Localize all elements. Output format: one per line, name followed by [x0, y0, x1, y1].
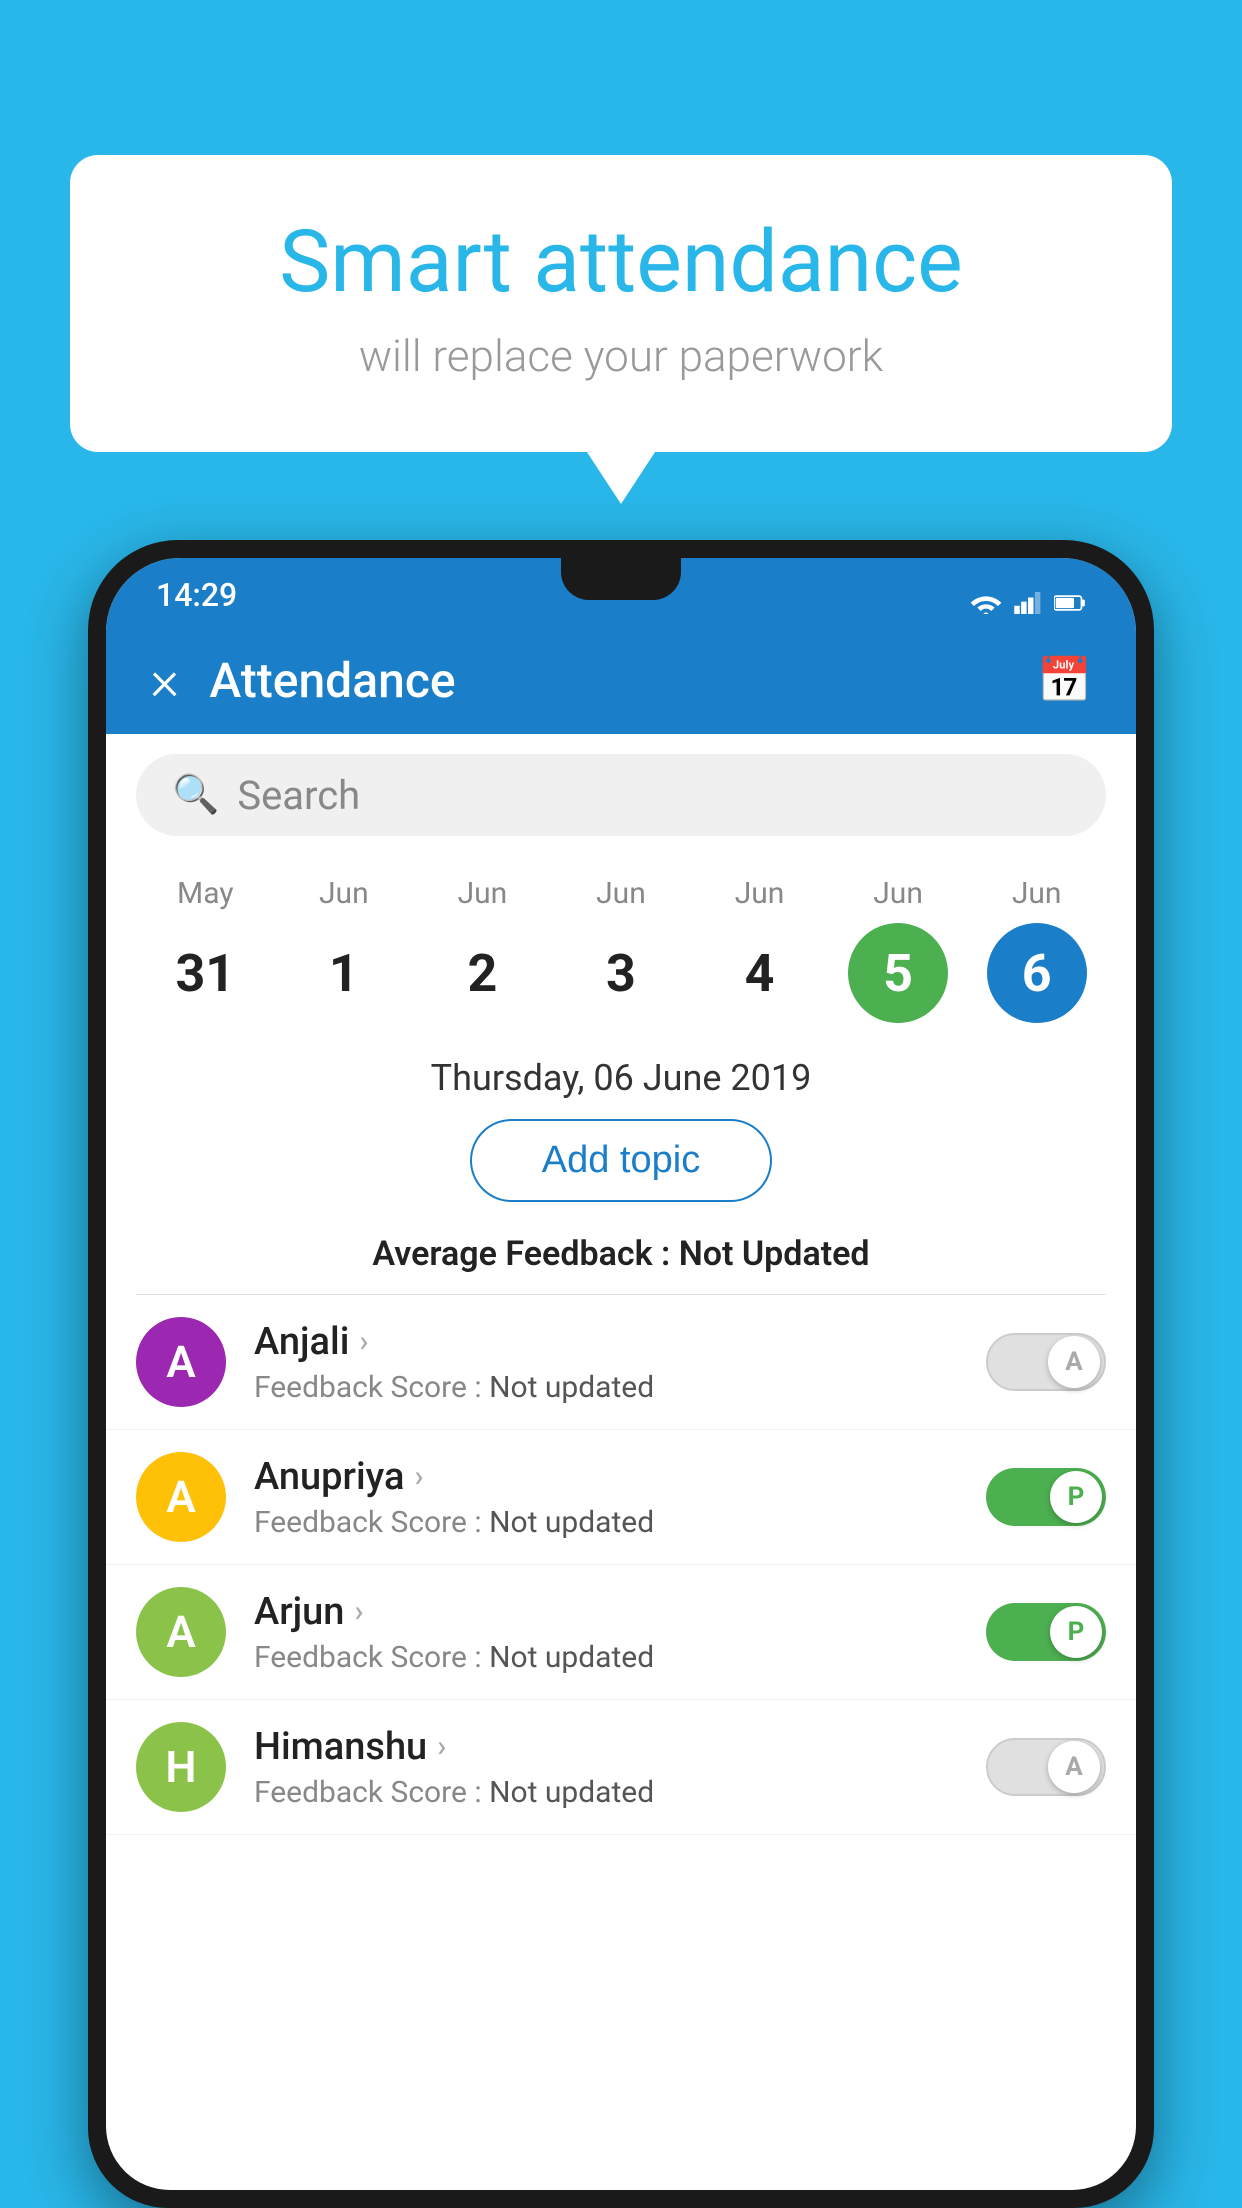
student-avatar: A: [136, 1317, 226, 1407]
wifi-icon: [970, 592, 1002, 614]
cal-month-label: Jun: [596, 876, 646, 911]
student-info[interactable]: Anupriya › Feedback Score : Not updated: [254, 1455, 958, 1540]
cal-date-number: 31: [155, 923, 255, 1023]
student-feedback-score: Feedback Score : Not updated: [254, 1505, 958, 1540]
student-item: A Anupriya › Feedback Score : Not updated P: [106, 1430, 1136, 1565]
search-bar[interactable]: 🔍 Search: [136, 754, 1106, 836]
status-icons: [970, 592, 1086, 614]
search-icon: 🔍: [172, 773, 219, 817]
student-name[interactable]: Anjali ›: [254, 1320, 958, 1364]
bubble-title: Smart attendance: [150, 215, 1092, 310]
cal-date-number: 2: [432, 923, 532, 1023]
calendar-day-2[interactable]: Jun 2: [422, 876, 542, 1023]
search-placeholder: Search: [237, 772, 360, 819]
attendance-toggle[interactable]: P: [986, 1603, 1106, 1661]
feedback-value: Not Updated: [679, 1234, 870, 1274]
student-list: AAnjali ›Feedback Score : Not updatedAAA…: [106, 1295, 1136, 1835]
app-title: Attendance: [209, 652, 1007, 709]
speech-bubble-container: Smart attendance will replace your paper…: [70, 155, 1172, 452]
attendance-toggle[interactable]: A: [986, 1333, 1106, 1391]
cal-date-number: 6: [987, 923, 1087, 1023]
toggle-knob: P: [1050, 1471, 1102, 1523]
cal-month-label: Jun: [873, 876, 923, 911]
student-avatar: H: [136, 1722, 226, 1812]
speech-bubble: Smart attendance will replace your paper…: [70, 155, 1172, 452]
student-name[interactable]: Anupriya ›: [254, 1455, 958, 1499]
cal-date-number: 5: [848, 923, 948, 1023]
toggle-knob: A: [1048, 1741, 1100, 1793]
student-feedback-score: Feedback Score : Not updated: [254, 1370, 958, 1405]
student-item: H Himanshu › Feedback Score : Not updated A: [106, 1700, 1136, 1835]
cal-month-label: Jun: [319, 876, 369, 911]
feedback-label: Average Feedback :: [372, 1234, 670, 1274]
bubble-subtitle: will replace your paperwork: [150, 330, 1092, 382]
cal-date-number: 3: [571, 923, 671, 1023]
calendar-day-6[interactable]: Jun 6: [977, 876, 1097, 1023]
toggle-knob: P: [1050, 1606, 1102, 1658]
student-info[interactable]: Himanshu › Feedback Score : Not updated: [254, 1725, 958, 1810]
average-feedback: Average Feedback : Not Updated: [106, 1224, 1136, 1294]
status-time: 14:29: [156, 576, 237, 614]
app-bar: × Attendance 📅: [106, 626, 1136, 734]
chevron-right-icon: ›: [359, 1324, 368, 1359]
selected-date-label: Thursday, 06 June 2019: [106, 1039, 1136, 1113]
calendar-day-1[interactable]: Jun 1: [284, 876, 404, 1023]
student-avatar: A: [136, 1587, 226, 1677]
cal-date-number: 1: [294, 923, 394, 1023]
search-container: 🔍 Search: [106, 734, 1136, 856]
phone-notch: [561, 558, 681, 600]
cal-month-label: Jun: [458, 876, 508, 911]
close-button[interactable]: ×: [150, 652, 179, 708]
student-name[interactable]: Himanshu ›: [254, 1725, 958, 1769]
calendar-strip[interactable]: May 31 Jun 1 Jun 2 Jun 3 Jun 4 Jun 5 Jun 6: [106, 856, 1136, 1039]
phone-frame: 14:29: [88, 540, 1154, 2208]
calendar-day-5[interactable]: Jun 5: [838, 876, 958, 1023]
chevron-right-icon: ›: [414, 1459, 423, 1494]
cal-month-label: May: [177, 876, 233, 911]
toggle-knob: A: [1048, 1336, 1100, 1388]
chevron-right-icon: ›: [354, 1594, 363, 1629]
student-info[interactable]: Anjali › Feedback Score : Not updated: [254, 1320, 958, 1405]
student-item: A Anjali › Feedback Score : Not updated A: [106, 1295, 1136, 1430]
attendance-toggle[interactable]: P: [986, 1468, 1106, 1526]
chevron-right-icon: ›: [437, 1729, 446, 1764]
student-avatar: A: [136, 1452, 226, 1542]
battery-icon: [1054, 592, 1086, 614]
calendar-day-4[interactable]: Jun 4: [700, 876, 820, 1023]
student-name[interactable]: Arjun ›: [254, 1590, 958, 1634]
phone-screen: 14:29: [106, 558, 1136, 2190]
cal-month-label: Jun: [1012, 876, 1062, 911]
attendance-toggle[interactable]: A: [986, 1738, 1106, 1796]
student-info[interactable]: Arjun › Feedback Score : Not updated: [254, 1590, 958, 1675]
cal-date-number: 4: [710, 923, 810, 1023]
student-feedback-score: Feedback Score : Not updated: [254, 1640, 958, 1675]
student-item: A Arjun › Feedback Score : Not updated P: [106, 1565, 1136, 1700]
calendar-day-0[interactable]: May 31: [145, 876, 265, 1023]
calendar-day-3[interactable]: Jun 3: [561, 876, 681, 1023]
add-topic-button[interactable]: Add topic: [470, 1119, 772, 1202]
calendar-icon[interactable]: 📅: [1037, 654, 1092, 706]
cal-month-label: Jun: [735, 876, 785, 911]
student-feedback-score: Feedback Score : Not updated: [254, 1775, 958, 1810]
add-topic-container: Add topic: [106, 1113, 1136, 1224]
signal-icon: [1012, 592, 1044, 614]
